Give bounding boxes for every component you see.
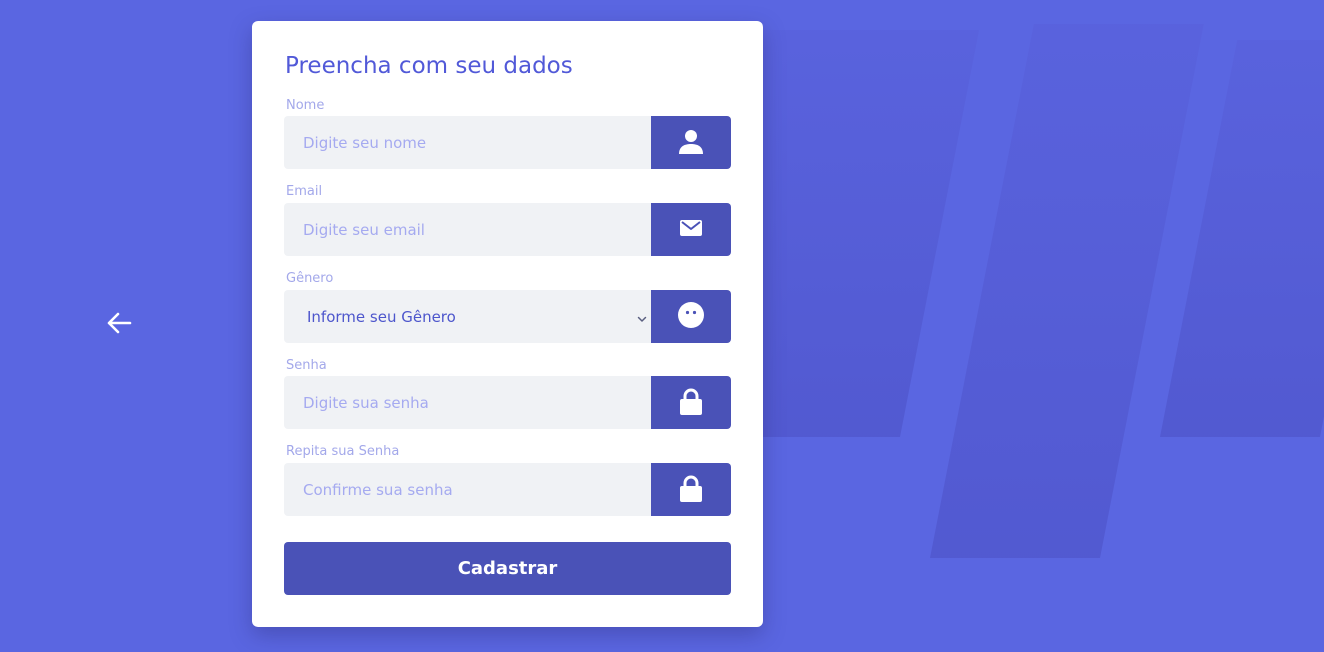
password-input[interactable]	[284, 376, 651, 429]
confirm-password-icon-box	[651, 463, 731, 516]
lock-icon	[679, 387, 703, 419]
name-input[interactable]	[284, 116, 651, 169]
gender-label: Gênero	[286, 271, 334, 286]
email-field-group	[284, 203, 731, 256]
confirm-password-label: Repita sua Senha	[286, 444, 400, 459]
name-field-group	[284, 116, 731, 169]
password-field-group	[284, 376, 731, 429]
form-title: Preencha com seu dados	[285, 53, 573, 79]
gender-icon-box	[651, 290, 731, 343]
gender-field-group: Informe seu Gênero	[284, 290, 731, 343]
gender-select-value: Informe seu Gênero	[307, 307, 456, 326]
password-icon-box	[651, 376, 731, 429]
confirm-password-field-group	[284, 463, 731, 516]
lock-icon	[679, 474, 703, 506]
chevron-down-icon	[637, 310, 647, 322]
signup-card: Preencha com seu dados Nome Email	[252, 21, 763, 627]
background-stripe	[930, 24, 1204, 558]
back-arrow-icon[interactable]	[104, 310, 134, 336]
gender-select[interactable]: Informe seu Gênero	[284, 290, 651, 343]
submit-button[interactable]: Cadastrar	[284, 542, 731, 595]
name-icon-box	[651, 116, 731, 169]
confirm-password-input[interactable]	[284, 463, 651, 516]
email-icon-box	[651, 203, 731, 256]
email-input[interactable]	[284, 203, 651, 256]
name-label: Nome	[286, 98, 325, 113]
face-icon	[677, 301, 705, 333]
user-icon	[677, 127, 705, 159]
email-label: Email	[286, 184, 323, 199]
password-label: Senha	[286, 358, 327, 373]
mail-icon	[679, 218, 703, 242]
